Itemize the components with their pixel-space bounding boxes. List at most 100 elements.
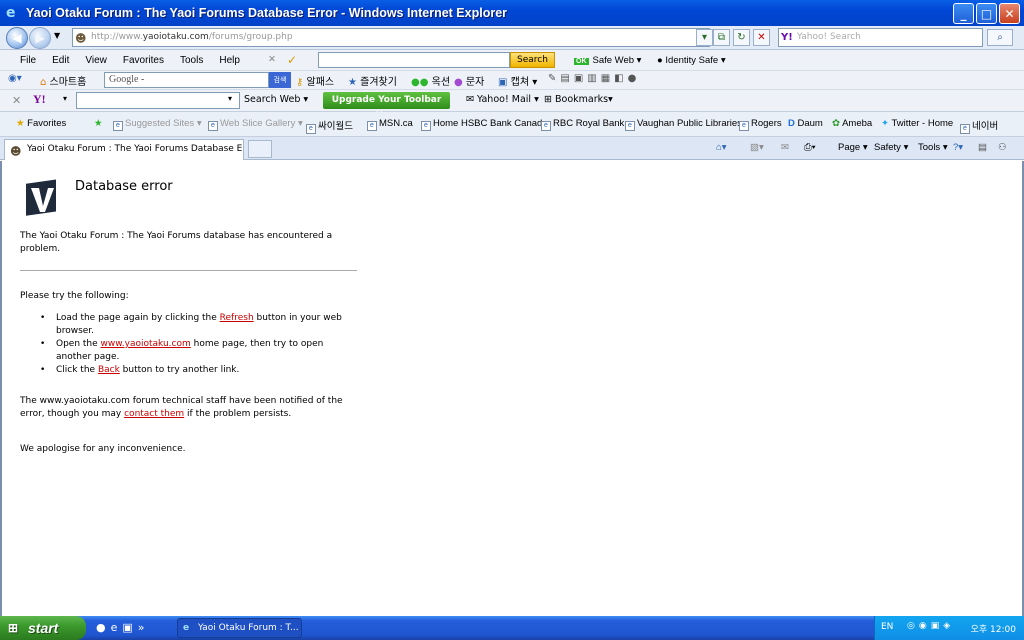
toolbar-extra-icons[interactable]: ✎▤▣▥▦◧● — [548, 73, 640, 84]
start-button[interactable]: ⊞ start — [0, 616, 86, 640]
menu-edit[interactable]: Edit — [44, 55, 77, 66]
identity-safe-label: Identity Safe ▾ — [665, 55, 726, 66]
sms-link[interactable]: ● 문자 — [454, 73, 484, 88]
add-favorite-icon[interactable]: ★ — [94, 118, 103, 129]
feeds-icon[interactable]: ▧▾ — [750, 142, 764, 153]
yahoo-mail-menu[interactable]: ✉ Yahoo! Mail ▾ — [466, 94, 539, 105]
page-content: Database error The Yaoi Otaku Forum : Th… — [0, 161, 1024, 616]
messenger-icon[interactable]: ⚇ — [998, 142, 1007, 153]
alpass-link[interactable]: ⚷ 알패스 — [296, 73, 334, 88]
menu-file[interactable]: File — [12, 55, 44, 66]
message-icon: ● — [454, 77, 466, 88]
page-menu[interactable]: Page ▾ — [838, 142, 868, 153]
bookmarks-link[interactable]: ★ 즐겨찾기 — [348, 73, 397, 88]
search-go-button[interactable]: ⌕ — [987, 29, 1013, 46]
yahoo-menu-dropdown-icon[interactable]: ▾ — [63, 94, 67, 103]
safe-web-menu[interactable]: OK Safe Web ▾ — [574, 55, 641, 66]
toolbar-close-icon[interactable]: ✕ — [268, 54, 276, 65]
fav-rogers[interactable]: e Rogers — [739, 118, 782, 131]
new-tab-button[interactable] — [248, 140, 272, 158]
back-button[interactable]: ◀ — [6, 27, 28, 49]
fav-naver[interactable]: e 네이버 — [960, 118, 998, 134]
refresh-link[interactable]: Refresh — [220, 313, 254, 323]
fav-msn[interactable]: e MSN.ca — [367, 118, 413, 131]
alpass-label: 알패스 — [306, 77, 335, 88]
taskbar-window-button[interactable]: e Yaoi Otaku Forum : T... — [177, 618, 302, 638]
fav-vaughan-library[interactable]: e Vaughan Public Libraries — [625, 118, 742, 131]
menu-favorites[interactable]: Favorites — [115, 55, 172, 66]
auction-link[interactable]: ●● 옥션 — [411, 73, 450, 88]
close-button[interactable]: ✕ — [999, 3, 1020, 24]
fav-daum[interactable]: D Daum — [788, 118, 823, 129]
ie-page-icon: e — [960, 124, 970, 134]
maximize-button[interactable]: □ — [976, 3, 997, 24]
favorites-star-icon: ★ — [16, 118, 28, 129]
menu-help[interactable]: Help — [211, 55, 248, 66]
quick-launch-icons[interactable]: ●e▣» — [96, 621, 150, 634]
fav-label: 네이버 — [972, 121, 999, 132]
recent-pages-dropdown-icon[interactable]: ▼ — [54, 31, 60, 40]
address-dropdown-button[interactable]: ▾ — [696, 29, 713, 46]
home-button-icon[interactable]: ⌂▾ — [716, 142, 727, 153]
yahoo-toolbar-close-icon[interactable]: ✕ — [12, 94, 21, 107]
search-web-button[interactable]: Search Web ▾ — [244, 94, 308, 105]
homepage-link[interactable]: www.yaoiotaku.com — [101, 339, 191, 349]
tab-active[interactable]: ☻ Yaoi Otaku Forum : The Yaoi Forums Dat… — [4, 139, 244, 160]
bookmarks-label: 즐겨찾기 — [360, 77, 397, 88]
language-indicator[interactable]: EN — [881, 622, 893, 632]
checkmark-icon[interactable]: ✓ — [287, 53, 297, 67]
upgrade-toolbar-button[interactable]: Upgrade Your Toolbar Now — [323, 92, 450, 121]
list-item: Open the www.yaoiotaku.com home page, th… — [40, 338, 355, 364]
help-icon[interactable]: ?▾ — [953, 142, 963, 153]
read-mail-icon[interactable]: ✉ — [781, 142, 789, 153]
capture-menu[interactable]: ▣ 캡쳐 ▾ — [498, 73, 537, 88]
tray-icons[interactable]: ◎◉▣◈ — [907, 621, 954, 631]
menu-view[interactable]: View — [77, 55, 115, 66]
suggestion-list: Load the page again by clicking the Refr… — [40, 312, 355, 377]
compatibility-icon[interactable]: ⧉ — [713, 29, 730, 46]
tools-menu[interactable]: Tools ▾ — [918, 142, 948, 153]
fav-twitter[interactable]: ✦ Twitter - Home — [881, 118, 953, 129]
toolbar-search-input[interactable] — [318, 52, 510, 68]
divider — [20, 270, 357, 271]
item-text: Open the — [56, 339, 101, 349]
toolbar-search-button[interactable]: Search — [510, 52, 555, 68]
google-search-input[interactable]: Google ‑ — [104, 72, 269, 88]
fav-suggested-sites[interactable]: e Suggested Sites ▾ — [113, 118, 202, 131]
contact-link[interactable]: contact them — [124, 409, 184, 419]
tab-bar: ☻ Yaoi Otaku Forum : The Yaoi Forums Dat… — [0, 137, 1024, 160]
toolbar-logo-icon[interactable]: ◉▾ — [8, 73, 22, 84]
yahoo-search-input[interactable]: Y! Yahoo! Search — [778, 28, 983, 47]
window-title: Yaoi Otaku Forum : The Yaoi Forums Datab… — [26, 6, 508, 20]
fav-rbc[interactable]: e RBC Royal Bank — [541, 118, 624, 131]
navigation-bar: ◀ ▶ ▼ ☻ http://www.yaoiotaku.com/forums/… — [0, 26, 1024, 50]
menu-tools[interactable]: Tools — [172, 55, 211, 66]
site-favicon-icon: ☻ — [75, 32, 87, 45]
print-button-icon[interactable]: ⎙▾ — [804, 142, 816, 153]
minimize-button[interactable]: _ — [953, 3, 974, 24]
yahoo-toolbar-search-input[interactable] — [76, 92, 240, 109]
sms-label: 문자 — [465, 77, 485, 88]
identity-safe-menu[interactable]: ● Identity Safe ▾ — [657, 55, 726, 66]
back-link[interactable]: Back — [98, 365, 120, 375]
clock: 오후 12:00 — [970, 625, 1016, 635]
smart-home-link[interactable]: ⌂ 스마트홈 — [40, 73, 86, 88]
twitter-bird-icon: ✦ — [881, 118, 892, 129]
fav-web-slice-gallery[interactable]: e Web Slice Gallery ▾ — [208, 118, 303, 131]
fav-hsbc[interactable]: e Home HSBC Bank Canada — [421, 118, 548, 131]
bookmarks-menu[interactable]: ⊞ Bookmarks▾ — [544, 94, 613, 105]
refresh-button[interactable]: ↻ — [733, 29, 750, 46]
google-search-button[interactable]: 검색 — [269, 72, 291, 88]
korean-toolbar: ◉▾ ⌂ 스마트홈 Google ‑ 검색 ⚷ 알패스 ★ 즐겨찾기 ●● 옥션… — [0, 71, 1024, 90]
forward-button[interactable]: ▶ — [29, 27, 51, 49]
yahoo-input-dropdown-icon[interactable]: ▾ — [228, 94, 232, 103]
address-bar[interactable]: ☻ http://www.yaoiotaku.com/forums/group.… — [72, 28, 710, 47]
favorites-button[interactable]: ★ Favorites — [16, 118, 66, 129]
safety-menu[interactable]: Safety ▾ — [874, 142, 908, 153]
research-icon[interactable]: ▤ — [978, 142, 987, 153]
stop-button[interactable]: ✕ — [753, 29, 770, 46]
fav-ameba[interactable]: ✿ Ameba — [832, 118, 872, 129]
fav-cyworld[interactable]: e 싸이월드 — [306, 118, 353, 134]
yahoo-logo-icon[interactable]: Y! — [33, 92, 46, 107]
system-tray: EN ◎◉▣◈ 오후 12:00 — [874, 616, 1024, 640]
